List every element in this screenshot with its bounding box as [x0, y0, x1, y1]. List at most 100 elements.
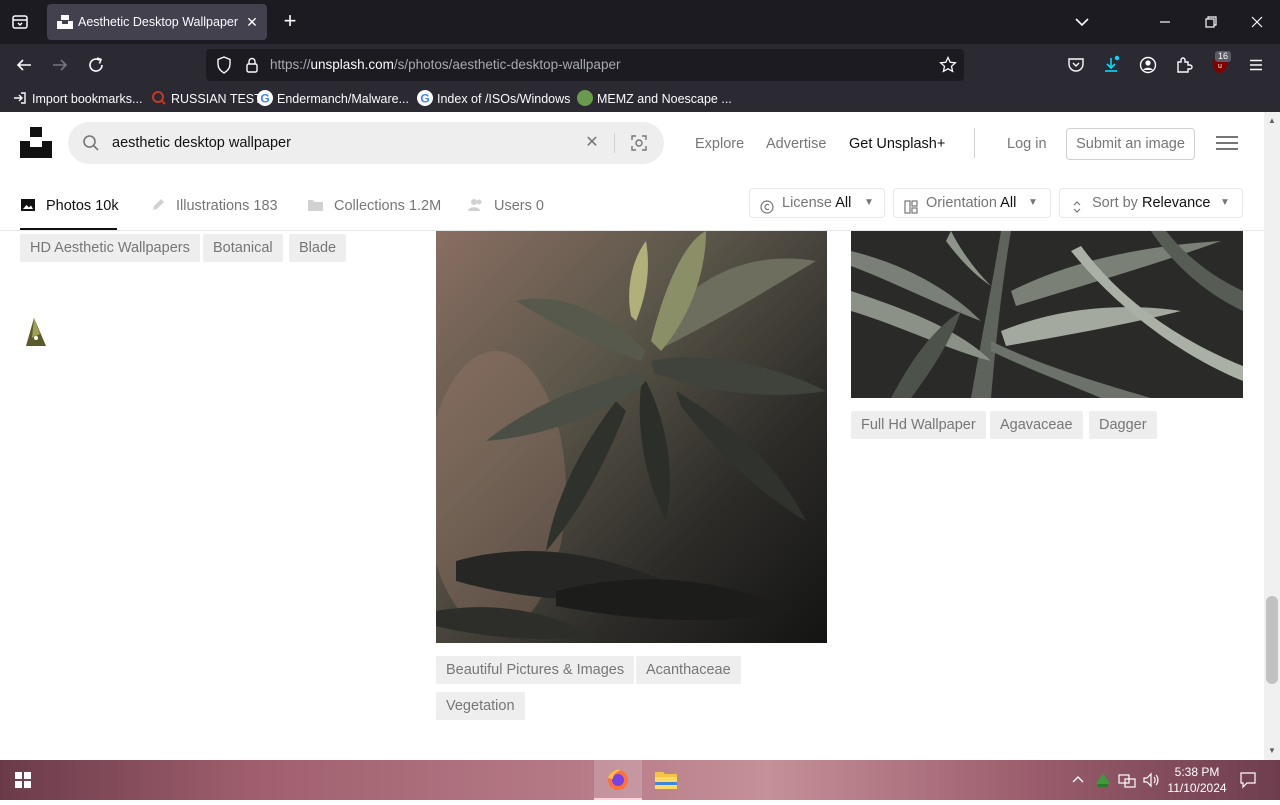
tab-title: Aesthetic Desktop Wallpaper Pi [78, 15, 240, 29]
restore-button[interactable] [1199, 10, 1223, 34]
reload-icon[interactable] [83, 52, 109, 78]
svg-text:G: G [260, 92, 269, 106]
pocket-icon[interactable] [1066, 55, 1086, 75]
account-icon[interactable] [1138, 55, 1158, 75]
lock-icon[interactable] [242, 55, 262, 75]
start-icon[interactable] [0, 760, 46, 800]
tab-illustrations[interactable]: Illustrations 183 [150, 196, 278, 216]
sort-icon [1070, 196, 1084, 213]
tag-blade[interactable]: Blade [289, 234, 347, 262]
orientation-dropdown[interactable]: Orientation All ▼ [893, 188, 1051, 218]
visual-search-icon[interactable] [629, 133, 649, 153]
tab-photos[interactable]: Photos 10k [20, 196, 119, 216]
back-icon[interactable] [11, 52, 37, 78]
system-clock[interactable]: 5:38 PM 11/10/2024 [1160, 764, 1234, 796]
bookmark-memz[interactable]: MEMZ and Noescape ... [577, 90, 732, 108]
users-icon [468, 197, 484, 213]
tab-collections[interactable]: Collections 1.2M [307, 196, 441, 216]
bookmark-isos-windows[interactable]: G Index of /ISOs/Windows [417, 90, 570, 108]
submit-image-button[interactable]: Submit an image [1066, 128, 1195, 160]
google-icon: G [417, 90, 433, 106]
page-scrollbar[interactable]: ▲ ▼ [1264, 112, 1280, 760]
firefox-taskbar-icon[interactable] [594, 760, 642, 800]
nav-divider [974, 128, 975, 158]
photo-plant-leaves[interactable] [436, 231, 827, 643]
downloads-icon[interactable] [1101, 55, 1121, 75]
nav-advertise[interactable]: Advertise [766, 136, 826, 152]
import-icon [12, 90, 28, 106]
search-input[interactable] [112, 133, 552, 153]
tag-agavaceae[interactable]: Agavaceae [990, 411, 1083, 439]
cursor-icon [24, 316, 50, 348]
tab-list-icon[interactable] [8, 10, 32, 34]
collections-icon [307, 197, 324, 213]
tag-acanthaceae[interactable]: Acanthaceae [636, 656, 741, 684]
site-icon [577, 90, 593, 106]
windows-taskbar: 5:38 PM 11/10/2024 [0, 760, 1280, 800]
new-tab-button[interactable]: + [278, 10, 302, 34]
svg-text:G: G [420, 92, 429, 106]
sort-dropdown[interactable]: Sort by Relevance ▼ [1059, 188, 1243, 218]
extension-badge: 16 [1215, 51, 1232, 62]
nav-get-unsplash-plus[interactable]: Get Unsplash+ [849, 136, 945, 152]
tray-app-icon[interactable] [1094, 770, 1112, 793]
tag-beautiful-pictures[interactable]: Beautiful Pictures & Images [436, 656, 635, 684]
tracking-protection-icon[interactable] [214, 55, 234, 75]
clock-date: 11/10/2024 [1167, 781, 1227, 795]
scroll-up-icon[interactable]: ▲ [1267, 116, 1277, 126]
unsplash-logo-icon[interactable] [20, 126, 52, 158]
login-link[interactable]: Log in [1007, 136, 1047, 152]
url-text[interactable]: https://unsplash.com/s/photos/aesthetic-… [270, 57, 620, 72]
tray-expand-icon[interactable] [1071, 770, 1085, 793]
tab-unsplash[interactable]: Aesthetic Desktop Wallpaper Pi ✕ [47, 4, 267, 40]
google-icon: G [257, 90, 273, 106]
address-bar[interactable]: https://unsplash.com/s/photos/aesthetic-… [206, 49, 964, 81]
license-dropdown[interactable]: License All ▼ [749, 188, 885, 218]
scroll-down-icon[interactable]: ▼ [1267, 746, 1277, 756]
tab-close-icon[interactable]: ✕ [243, 13, 261, 31]
unsplash-favicon-icon [57, 15, 73, 29]
forward-icon[interactable] [47, 52, 73, 78]
orientation-icon [904, 196, 918, 214]
pen-icon [150, 197, 166, 213]
search-engine-icon [151, 90, 167, 106]
photo-agave-leaves[interactable] [851, 231, 1243, 398]
clear-search-icon[interactable]: ✕ [583, 134, 601, 152]
svg-text:u: u [1218, 63, 1222, 70]
app-menu-icon[interactable] [1246, 55, 1266, 75]
volume-icon[interactable] [1141, 770, 1161, 793]
scrollbar-thumb[interactable] [1266, 596, 1278, 684]
unsplash-page: ✕ Explore Advertise Get Unsplash+ Log in… [0, 112, 1264, 760]
chevron-down-icon: ▼ [1220, 197, 1230, 208]
bookmark-star-icon[interactable] [938, 55, 958, 75]
tag-dagger[interactable]: Dagger [1089, 411, 1157, 439]
tag-full-hd-wallpaper[interactable]: Full Hd Wallpaper [851, 411, 986, 439]
nav-explore[interactable]: Explore [695, 136, 744, 152]
menu-icon[interactable] [1216, 136, 1238, 152]
bookmarks-toolbar: Import bookmarks... RUSSIAN TEST G Enderm… [0, 86, 1280, 112]
file-explorer-icon[interactable] [642, 760, 690, 800]
tab-strip: Aesthetic Desktop Wallpaper Pi ✕ + [0, 0, 1280, 44]
tag-vegetation[interactable]: Vegetation [436, 692, 525, 720]
search-bar: ✕ [68, 122, 664, 164]
search-divider [614, 133, 615, 153]
license-icon [760, 196, 774, 214]
notifications-icon[interactable] [1238, 770, 1258, 793]
tag-hd-aesthetic-wallpapers[interactable]: HD Aesthetic Wallpapers [20, 234, 200, 262]
tab-users[interactable]: Users 0 [468, 196, 544, 216]
list-all-tabs-icon[interactable] [1070, 10, 1094, 34]
tag-botanical[interactable]: Botanical [203, 234, 283, 262]
chevron-down-icon: ▼ [864, 197, 874, 208]
minimize-button[interactable] [1153, 10, 1177, 34]
photo-icon [20, 197, 36, 213]
bookmark-import[interactable]: Import bookmarks... [12, 90, 142, 108]
navigation-toolbar: https://unsplash.com/s/photos/aesthetic-… [0, 44, 1280, 86]
close-window-button[interactable] [1245, 10, 1269, 34]
bookmark-endermanch[interactable]: G Endermanch/Malware... [257, 90, 409, 108]
clock-time: 5:38 PM [1174, 765, 1220, 779]
bookmark-russian-test[interactable]: RUSSIAN TEST [151, 90, 262, 108]
network-icon[interactable] [1117, 770, 1137, 793]
extensions-icon[interactable] [1174, 55, 1194, 75]
search-icon[interactable] [82, 134, 100, 152]
chevron-down-icon: ▼ [1028, 197, 1038, 208]
